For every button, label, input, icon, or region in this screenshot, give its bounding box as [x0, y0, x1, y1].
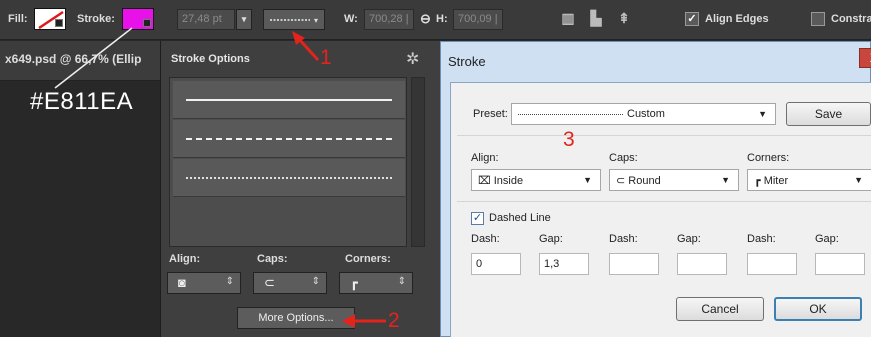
arrow-1-icon — [292, 31, 320, 62]
step-2-marker: 2 — [388, 309, 400, 332]
step-1-marker: 1 — [320, 46, 332, 69]
callout-leader-line — [54, 27, 133, 89]
screenshot-root: Fill: Stroke: 27,48 pt ▾ ▾ W: 700,28 | ⊖… — [0, 0, 871, 337]
step-3-marker: 3 — [563, 128, 575, 151]
arrow-2-icon — [342, 314, 386, 328]
annotation-overlay — [54, 27, 386, 328]
